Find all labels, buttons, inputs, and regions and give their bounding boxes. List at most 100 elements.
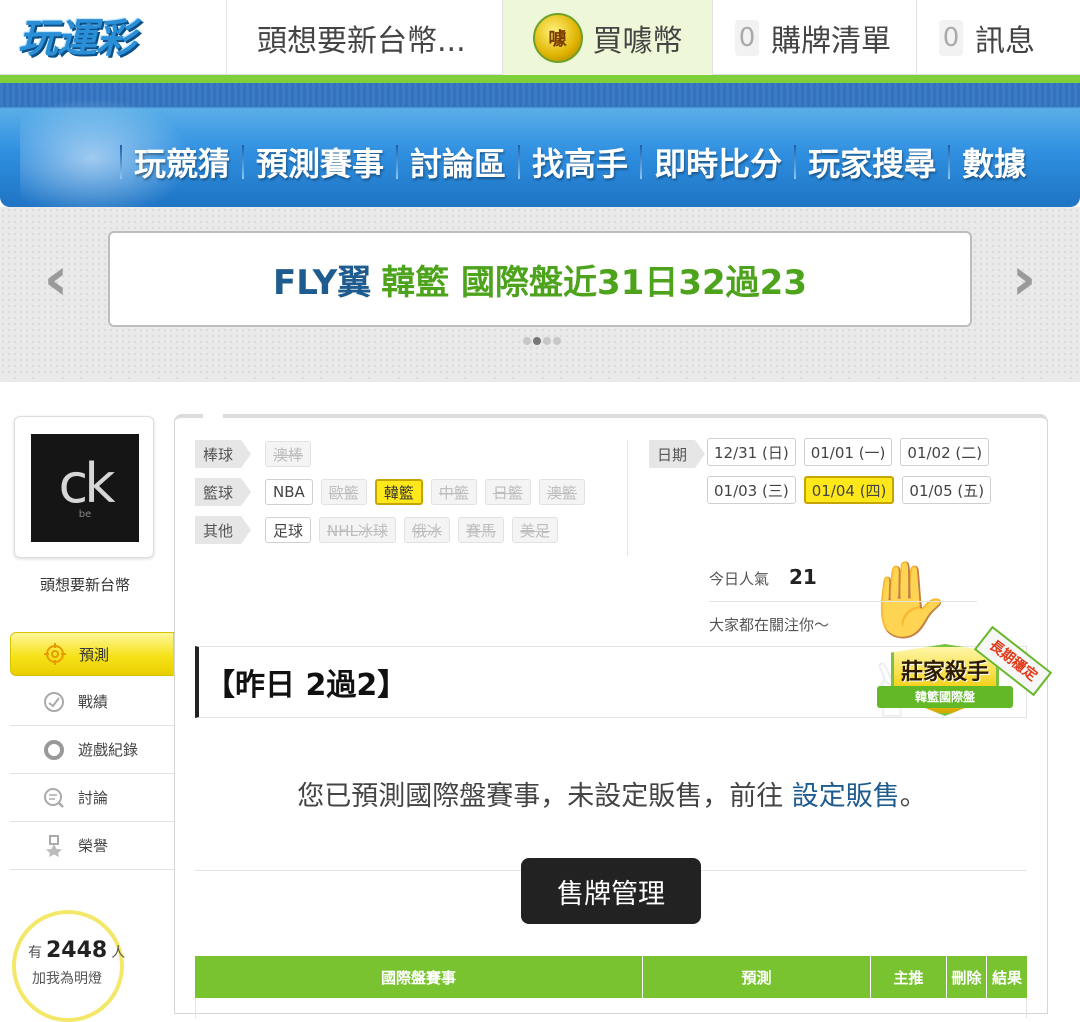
sidebar-item-label: 遊戲紀錄 [78, 741, 139, 759]
buy-coin-label: 買噱幣 [592, 23, 683, 59]
sidebar-menu: 預測 戰績 遊戲紀錄 討論 榮譽 [10, 630, 185, 870]
sale-notice-end: 。 [899, 781, 927, 812]
honor-badge[interactable]: 莊家殺手 韓籃國際盤 長期穩定 [877, 625, 1053, 736]
cart-label: 購牌清單 [771, 23, 891, 59]
column-header-prediction: 預測 [643, 956, 871, 998]
date-chip[interactable]: 01/03 (三) [707, 476, 796, 504]
league-chip-aus-baseball: 澳棒 [265, 441, 312, 467]
filter-divider [627, 440, 628, 556]
sale-notice-text: 您已預測國際盤賽事，未設定販售，前往 [297, 781, 792, 812]
date-selector: 12/31 (日) 01/01 (一) 01/02 (二) 01/03 (三) … [707, 438, 1007, 504]
league-chip-japan-basketball: 日籃 [484, 479, 531, 505]
carousel-next-icon[interactable]: › [1004, 249, 1044, 309]
carousel-dots [523, 337, 561, 345]
league-chip-korea-basketball[interactable]: 韓籃 [374, 479, 423, 505]
league-chip-aus-basketball: 澳籃 [538, 479, 585, 505]
date-chip-selected[interactable]: 01/04 (四) [803, 476, 895, 504]
column-header-delete: 刪除 [947, 956, 987, 998]
nav-item-data[interactable]: 數據 [950, 139, 1038, 185]
sidebar-item-label: 榮譽 [78, 837, 109, 855]
league-chip-euro-basketball: 歐籃 [320, 479, 367, 505]
messages-button[interactable]: 0 訊息 [916, 0, 1080, 75]
header-username[interactable]: 頭想要新台幣... [226, 0, 502, 75]
nav-item-play-guess[interactable]: 玩競猜 [122, 139, 242, 185]
column-header-result: 結果 [991, 968, 1022, 987]
record-icon [42, 690, 66, 714]
sidebar-username: 頭想要新台幣 [39, 576, 130, 594]
category-label-other: 其他 [195, 516, 251, 544]
avatar-card[interactable]: ck be [14, 416, 154, 558]
circle-icon [42, 738, 66, 762]
category-label-basketball: 籃球 [195, 478, 251, 506]
nav-item-experts[interactable]: 找高手 [520, 139, 640, 185]
nav-item-live-score[interactable]: 即時比分 [642, 139, 794, 185]
date-chip[interactable]: 12/31 (日) [707, 438, 796, 466]
avatar-logo-text: ck [58, 451, 116, 515]
banner-carousel: ‹ FLY翼 韓籃 國際盤近31日32過23 › [0, 207, 1080, 390]
sidebar-item-label: 預測 [79, 645, 110, 664]
badge-ribbon: 韓籃國際盤 [877, 686, 1013, 708]
fans-suffix: 人 [111, 945, 126, 961]
date-chip[interactable]: 01/02 (二) [900, 438, 990, 466]
prediction-table-header: 國際盤賽事 預測 主推 刪除 結果 [195, 956, 1027, 998]
sidebar-item-record[interactable]: 戰績 [10, 678, 174, 726]
avatar-logo-subtext: be [78, 508, 92, 520]
messages-label: 訊息 [975, 23, 1035, 59]
target-icon [43, 642, 67, 666]
cheering-hands-decoration: ✋✌ [861, 557, 954, 735]
panel-notch [203, 414, 223, 428]
main-nav: 玩競猜 預測賽事 討論區 找高手 即時比分 玩家搜尋 數據 [120, 135, 1038, 189]
league-chip-horse-racing: 賽馬 [457, 517, 504, 543]
popularity-note: 大家都在關注你～ [709, 616, 830, 634]
category-label-date: 日期 [649, 440, 705, 468]
carousel-dot-active[interactable] [533, 337, 541, 345]
league-chip-china-basketball: 中籃 [430, 479, 477, 505]
banner-record-text: 韓籃 國際盤近31日32過23 [381, 262, 807, 303]
prediction-table-body [195, 998, 1027, 1018]
buy-coin-button[interactable]: 噱 買噱幣 [502, 0, 712, 75]
medal-icon [42, 834, 66, 858]
main-panel: 棒球 澳棒 籃球 NBA 歐籃 韓籃 中籃 日籃 澳籃 其他 足球 NHL冰球 … [174, 414, 1053, 1018]
set-sale-link[interactable]: 設定販售 [792, 781, 900, 812]
popularity-count: 21 [789, 565, 817, 589]
carousel-dot[interactable] [543, 337, 551, 345]
site-logo[interactable]: 玩運彩 [0, 0, 226, 75]
carousel-dot[interactable] [523, 337, 531, 345]
league-chip-soccer[interactable]: 足球 [265, 517, 312, 543]
cart-count-badge: 0 [735, 19, 759, 56]
sidebar-item-label: 戰績 [78, 693, 109, 711]
cart-button[interactable]: 0 購牌清單 [712, 0, 916, 75]
nav-item-player-search[interactable]: 玩家搜尋 [796, 139, 948, 185]
messages-count-badge: 0 [939, 19, 963, 56]
date-chip[interactable]: 01/05 (五) [902, 476, 992, 504]
league-chip-nba[interactable]: NBA [265, 479, 313, 505]
sidebar-item-game-history[interactable]: 遊戲紀錄 [10, 726, 174, 774]
header-accent-line [0, 75, 1080, 83]
sidebar-item-predict[interactable]: 預測 [10, 632, 185, 677]
filter-row-baseball: 棒球 澳棒 [195, 440, 312, 468]
popularity-label: 今日人氣 [709, 570, 770, 588]
column-header-match: 國際盤賽事 [195, 956, 643, 998]
league-chip-nhl: NHL冰球 [319, 517, 396, 543]
column-header-main-pick: 主推 [871, 956, 947, 998]
sidebar-item-honor[interactable]: 榮譽 [10, 822, 174, 870]
avatar: ck be [31, 434, 139, 542]
carousel-dot[interactable] [553, 337, 561, 345]
main-nav-bar: 玩競猜 預測賽事 討論區 找高手 即時比分 玩家搜尋 數據 [0, 83, 1080, 207]
category-label-baseball: 棒球 [195, 440, 251, 468]
filter-row-basketball: 籃球 NBA 歐籃 韓籃 中籃 日籃 澳籃 [195, 478, 585, 506]
carousel-prev-icon[interactable]: ‹ [36, 249, 76, 309]
nav-item-predict[interactable]: 預測賽事 [244, 139, 396, 185]
fans-count-line: 有 2448 人 [28, 938, 125, 963]
follow-me-link[interactable]: 加我為明燈 [32, 968, 102, 988]
banner-expert-name: FLY翼 [273, 262, 372, 303]
nav-item-forum[interactable]: 討論區 [398, 139, 518, 185]
fans-prefix: 有 [28, 945, 42, 961]
follow-fans-widget[interactable]: 有 2448 人 加我為明燈 [12, 910, 125, 1022]
ticket-management-button[interactable]: 售牌管理 [521, 858, 701, 924]
banner-slide[interactable]: FLY翼 韓籃 國際盤近31日32過23 [108, 231, 972, 327]
filter-row-other: 其他 足球 NHL冰球 俄冰 賽馬 美足 [195, 516, 558, 544]
date-chip[interactable]: 01/01 (一) [803, 438, 893, 466]
league-chip-nfl: 美足 [511, 517, 558, 543]
sidebar-item-discussion[interactable]: 討論 [10, 774, 174, 822]
